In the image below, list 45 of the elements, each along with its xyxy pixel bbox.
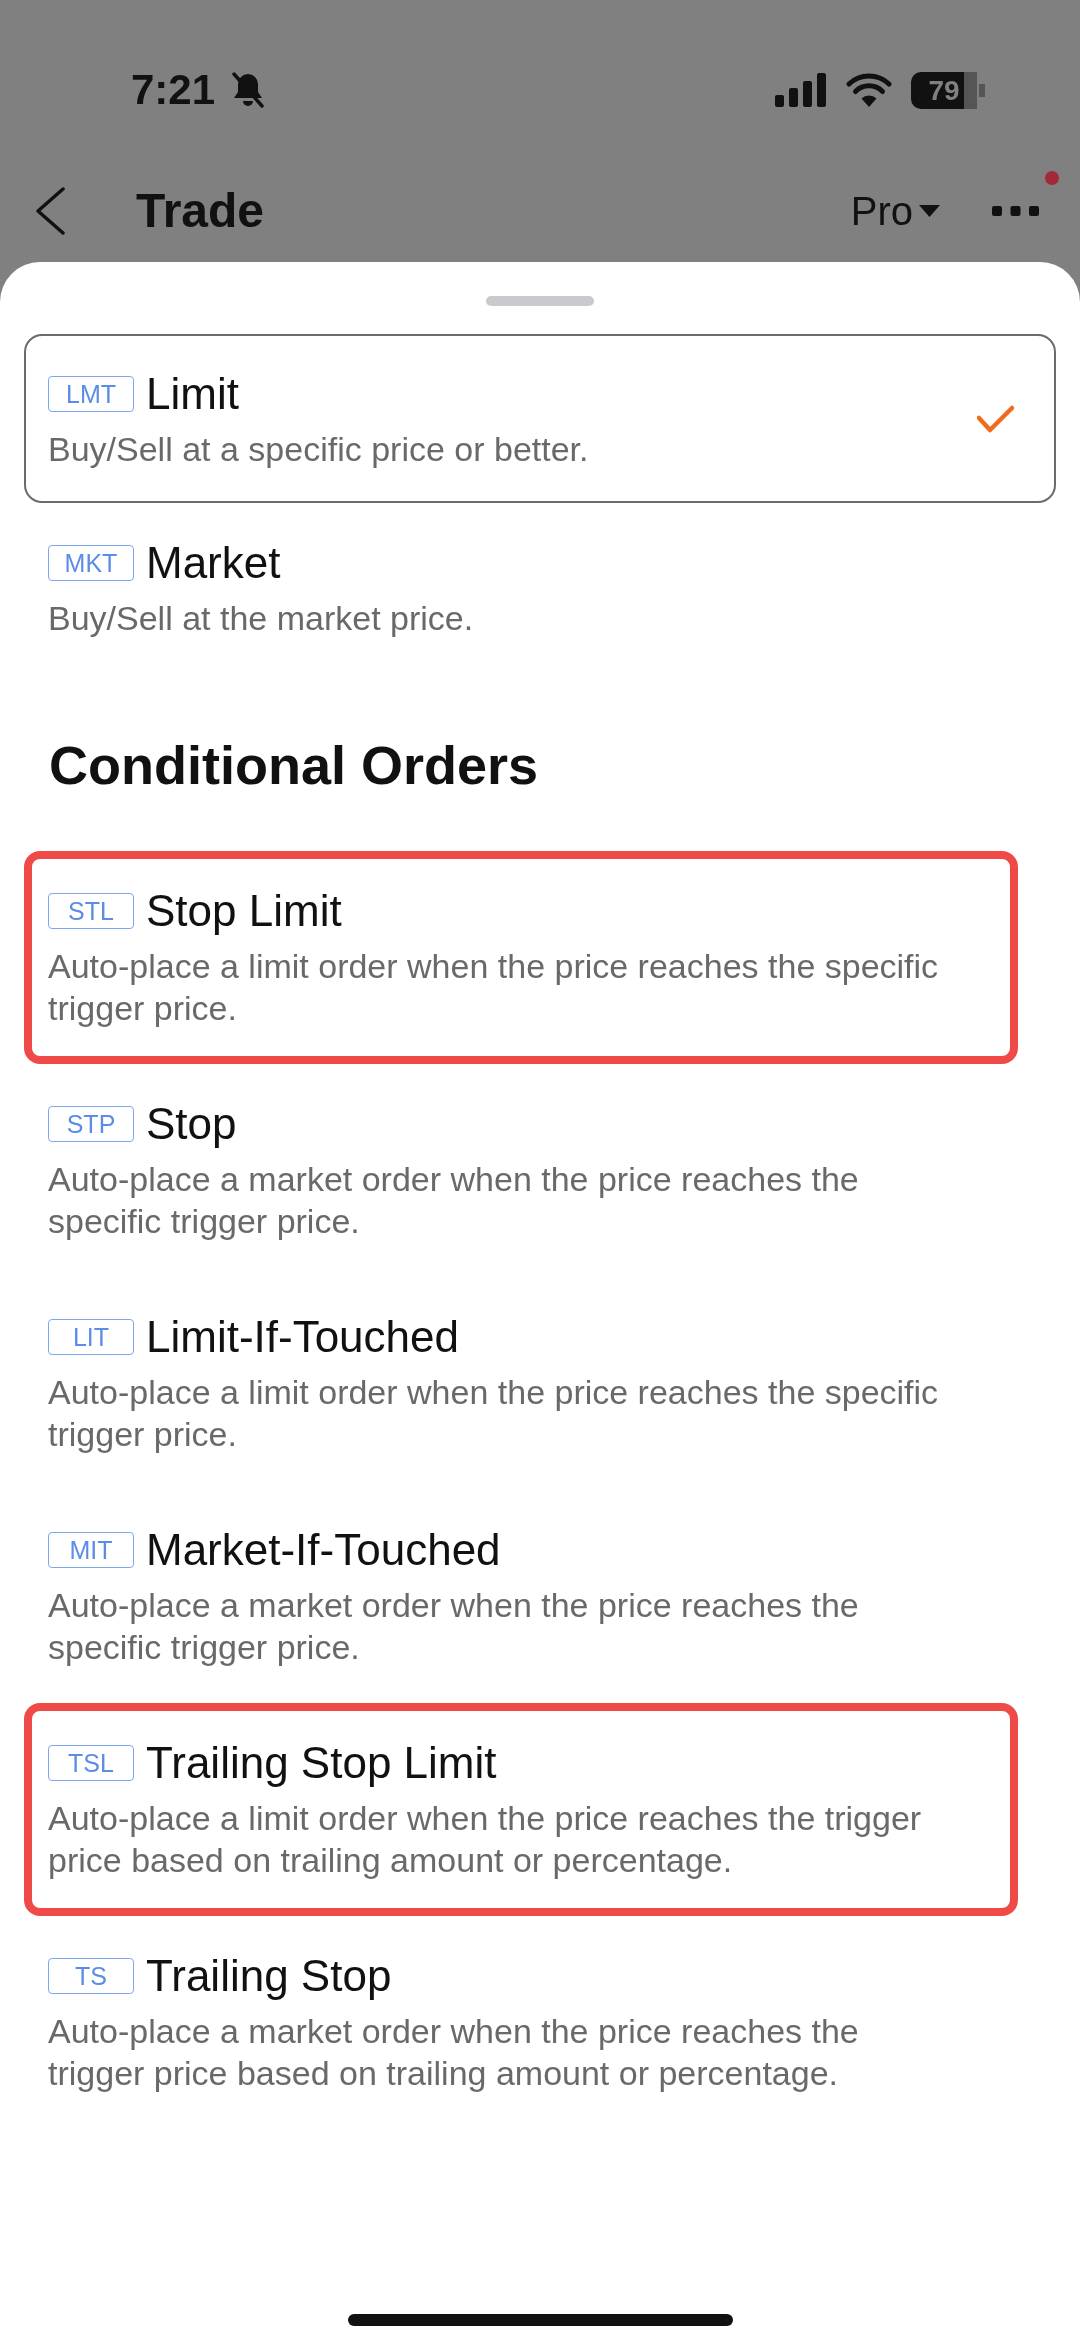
order-type-option[interactable]: STL Stop Limit Auto-place a limit order when the price reaches the specific trigger price.: [24, 851, 1018, 1064]
page-title: Trade: [136, 183, 265, 239]
order-type-name: Market: [146, 537, 281, 589]
order-type-name: Trailing Stop Limit: [146, 1737, 497, 1789]
order-code-tag: LIT: [48, 1319, 134, 1355]
order-type-option[interactable]: LIT Limit-If-Touched Auto-place a limit order when the price reaches the specific trigger price.: [24, 1277, 1018, 1490]
order-type-option[interactable]: TSL Trailing Stop Limit Auto-place a limit order when the price reaches the trigger price based on trailing amount or percentage.: [24, 1703, 1018, 1916]
checkmark-icon: [977, 405, 1014, 433]
order-type-description: Auto-place a limit order when the price reaches the specific trigger price.: [48, 1372, 940, 1455]
order-type-name: Limit: [146, 368, 239, 420]
battery-indicator: 79: [911, 71, 985, 109]
wifi-icon: [846, 73, 892, 107]
order-type-description: Auto-place a limit order when the price reaches the trigger price based on trailing amount or percentage.: [48, 1798, 923, 1881]
caret-icon: [919, 205, 940, 217]
order-type-name: Trailing Stop: [146, 1950, 392, 2002]
order-type-description: Buy/Sell at the market price.: [48, 598, 474, 639]
more-icon[interactable]: [992, 206, 1039, 216]
order-type-option[interactable]: MKT Market Buy/Sell at the market price.: [24, 503, 1056, 672]
order-type-option[interactable]: STP Stop Auto-place a market order when the price reaches the specific trigger price.: [24, 1064, 1018, 1277]
order-type-option[interactable]: LMT Limit Buy/Sell at a specific price or better.: [24, 334, 1056, 503]
order-type-name: Limit-If-Touched: [146, 1311, 459, 1363]
signal-icon: [775, 73, 826, 107]
order-type-option[interactable]: TS Trailing Stop Auto-place a market order when the price reaches the trigger price based on trailing amount or percentage.: [24, 1916, 1018, 2129]
order-code-tag: LMT: [48, 376, 134, 412]
order-type-description: Buy/Sell at a specific price or better.: [48, 429, 589, 470]
order-type-name: Stop: [146, 1098, 237, 1150]
drag-handle[interactable]: [486, 296, 594, 306]
order-type-description: Auto-place a market order when the price reaches the specific trigger price.: [48, 1585, 860, 1668]
order-code-tag: TS: [48, 1958, 134, 1994]
mode-dropdown[interactable]: Pro: [850, 187, 940, 235]
order-type-option[interactable]: MIT Market-If-Touched Auto-place a market order when the price reaches the specific trigger price.: [24, 1490, 1018, 1703]
order-code-tag: TSL: [48, 1745, 134, 1781]
order-code-tag: STP: [48, 1106, 134, 1142]
bell-slash-icon: [231, 71, 266, 109]
order-type-description: Auto-place a market order when the price reaches the trigger price based on trailing amount or percentage.: [48, 2011, 860, 2094]
status-time: 7:21: [131, 66, 216, 114]
back-icon[interactable]: [34, 187, 66, 235]
order-code-tag: STL: [48, 893, 134, 929]
order-code-tag: MIT: [48, 1532, 134, 1568]
order-type-name: Market-If-Touched: [146, 1524, 501, 1576]
section-heading: Conditional Orders: [49, 735, 539, 795]
order-code-tag: MKT: [48, 545, 134, 581]
order-type-description: Auto-place a limit order when the price reaches the specific trigger price.: [48, 946, 940, 1029]
order-type-description: Auto-place a market order when the price reaches the specific trigger price.: [48, 1159, 860, 1242]
order-type-name: Stop Limit: [146, 885, 342, 937]
